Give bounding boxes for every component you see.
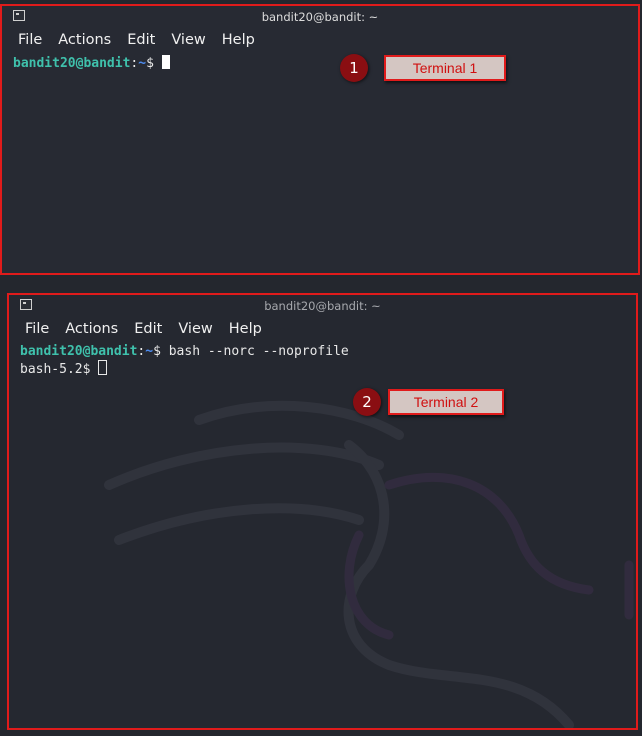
menu-bar: File Actions Edit View Help [9,317,636,341]
window-title: bandit20@bandit: ~ [261,10,379,24]
prompt-path: ~ [145,344,154,359]
annotation-number-badge: 2 [353,388,381,416]
menu-file[interactable]: File [25,321,49,337]
prompt-user: bandit20@bandit [20,344,138,359]
terminal-icon [13,10,25,21]
terminal-icon [20,299,32,310]
prompt-symbol: $ [146,56,162,71]
annotation-number-badge: 1 [340,54,368,82]
terminal-window-2[interactable]: bandit20@bandit: ~ File Actions Edit Vie… [7,293,638,730]
command-text: bash --norc --noprofile [168,344,349,359]
menu-edit[interactable]: Edit [127,32,155,48]
prompt-path: ~ [138,56,147,71]
prompt-user: bandit20@bandit [13,56,131,71]
menu-file[interactable]: File [18,32,42,48]
menu-actions[interactable]: Actions [58,32,111,48]
kali-dragon-watermark [104,400,634,728]
text-cursor [161,55,170,69]
menu-help[interactable]: Help [222,32,255,48]
window-title: bandit20@bandit: ~ [264,299,381,313]
menu-help[interactable]: Help [229,321,262,337]
menu-bar: File Actions Edit View Help [2,28,638,52]
prompt-symbol: $ [153,344,169,359]
menu-view[interactable]: View [178,321,212,337]
menu-actions[interactable]: Actions [65,321,118,337]
annotation-label: Terminal 1 [384,55,506,81]
annotation-label: Terminal 2 [388,389,504,415]
menu-edit[interactable]: Edit [134,321,162,337]
title-bar[interactable]: bandit20@bandit: ~ [9,295,636,317]
menu-view[interactable]: View [171,32,205,48]
terminal-output[interactable]: bandit20@bandit:~$ [2,52,638,72]
title-bar[interactable]: bandit20@bandit: ~ [2,6,638,28]
terminal-output[interactable]: bandit20@bandit:~$ bash --norc --noprofi… [9,341,636,378]
text-cursor [98,360,108,375]
terminal-window-1[interactable]: bandit20@bandit: ~ File Actions Edit Vie… [0,4,640,275]
bash-prompt: bash-5.2$ [20,362,99,377]
